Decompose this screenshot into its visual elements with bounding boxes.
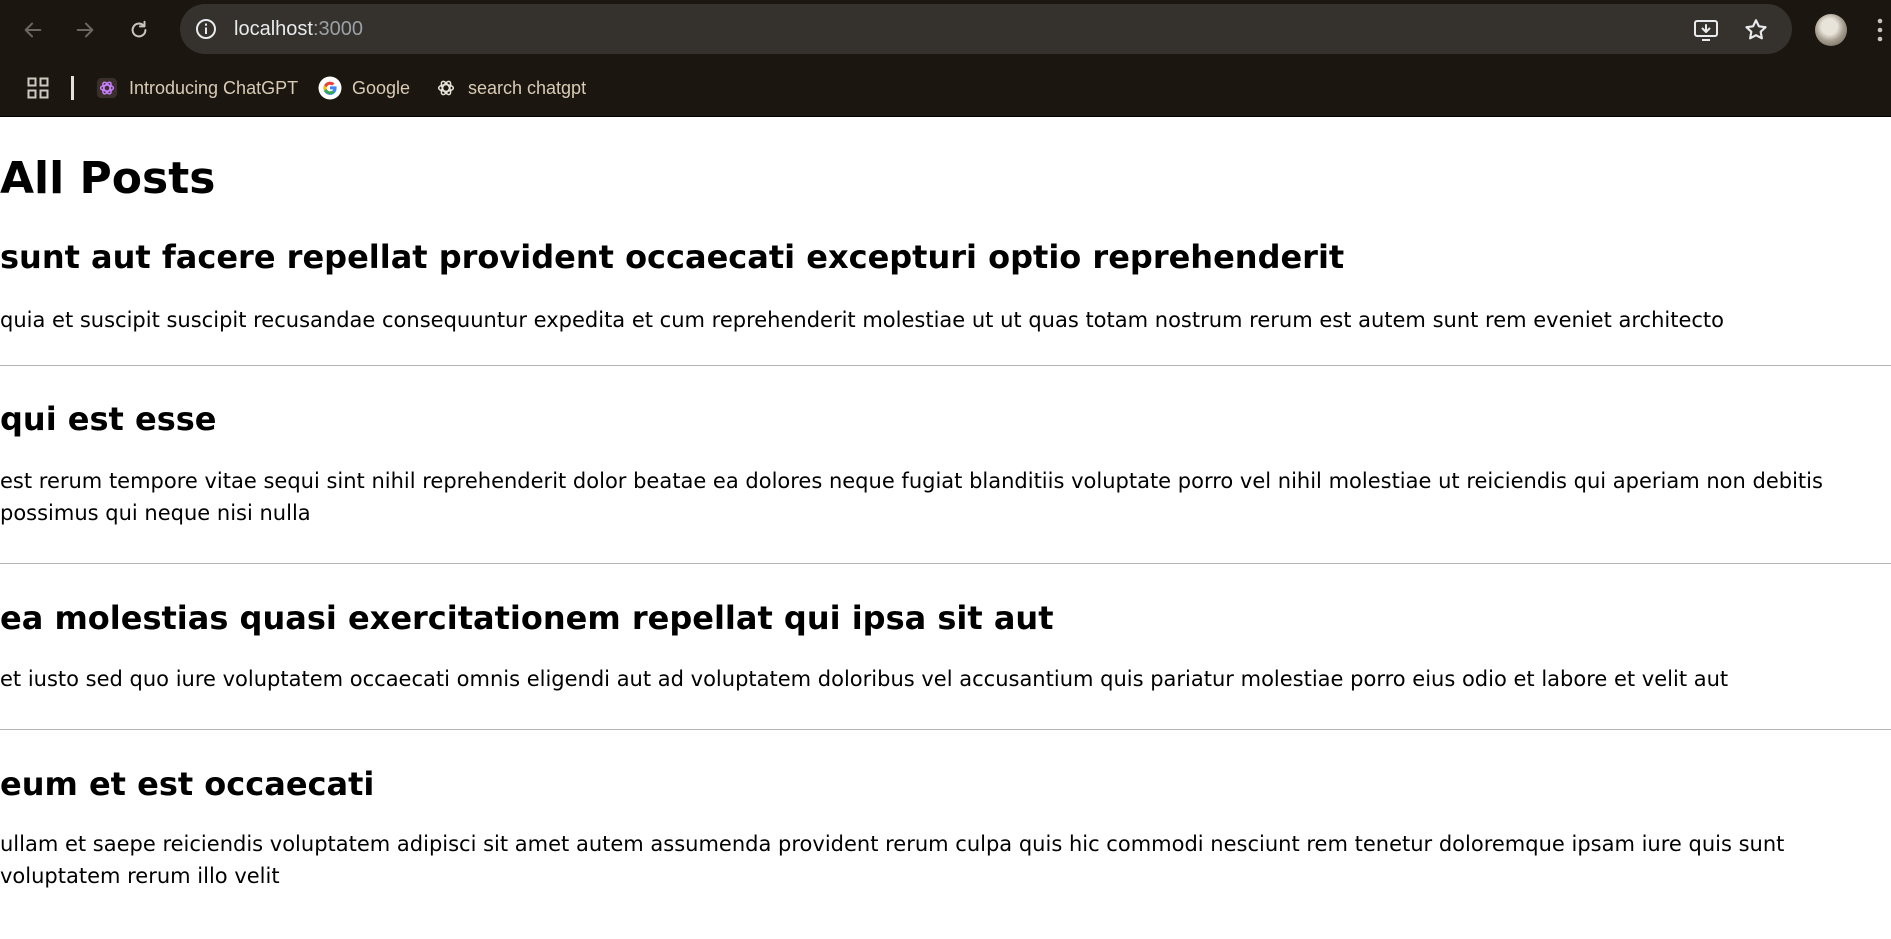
arrow-left-icon (24, 22, 42, 38)
post-item: ea molestias quasi exercitationem repell… (0, 564, 1891, 730)
page-title: All Posts (0, 153, 216, 204)
install-app-icon (1694, 20, 1718, 41)
address-bar[interactable]: localhost:3000 (180, 4, 1792, 54)
apps-grid-icon[interactable] (27, 77, 49, 99)
reload-button[interactable] (121, 12, 157, 48)
bookmark-search-chatgpt[interactable]: search chatgpt (434, 72, 586, 104)
url-port: :3000 (312, 18, 363, 40)
openai-icon (434, 76, 458, 100)
browser-toolbar: localhost:3000 (0, 0, 1891, 60)
post-body: est rerum tempore vitae sequi sint nihil… (0, 469, 1823, 525)
post-title: eum et est occaecati (0, 765, 375, 803)
url-host: localhost (234, 18, 313, 40)
arrow-right-icon (76, 22, 94, 38)
post-title: qui est esse (0, 400, 217, 438)
forward-button[interactable] (67, 12, 103, 48)
bookmark-star-button[interactable] (1742, 16, 1770, 44)
back-button[interactable] (15, 12, 51, 48)
url-text[interactable]: localhost:3000 (234, 4, 363, 54)
info-icon[interactable] (194, 17, 218, 41)
bookmarks-separator (71, 76, 74, 100)
post-title: sunt aut facere repellat provident occae… (0, 238, 1345, 276)
menu-dots-icon[interactable] (1876, 16, 1884, 44)
reload-icon (131, 20, 147, 38)
install-app-button[interactable] (1692, 16, 1720, 44)
page-content: All Posts sunt aut facere repellat provi… (0, 117, 1891, 914)
post-body: ullam et saepe reiciendis voluptatem adi… (0, 832, 1785, 888)
bookmark-google[interactable]: Google (318, 72, 410, 104)
post-item: sunt aut facere repellat provident occae… (0, 205, 1891, 366)
star-icon (1745, 19, 1767, 40)
post-body: quia et suscipit suscipit recusandae con… (0, 308, 1725, 332)
post-item: qui est esse est rerum tempore vitae seq… (0, 366, 1891, 564)
openai-icon (95, 76, 119, 100)
bookmarks-bar: Introducing ChatGPT Google search chatgp… (0, 60, 1891, 116)
bookmark-label: search chatgpt (468, 77, 587, 98)
post-title: ea molestias quasi exercitationem repell… (0, 599, 1054, 637)
browser-chrome: localhost:3000 Introducing ChatGPT Googl… (0, 0, 1891, 117)
bookmark-introducing-chatgpt[interactable]: Introducing ChatGPT (95, 72, 298, 104)
post-item: eum et est occaecati ullam et saepe reic… (0, 730, 1891, 914)
post-body: et iusto sed quo iure voluptatem occaeca… (0, 667, 1729, 691)
profile-avatar[interactable] (1815, 14, 1847, 46)
bookmark-label: Introducing ChatGPT (129, 77, 299, 98)
bookmark-label: Google (352, 77, 411, 98)
google-icon (318, 76, 342, 100)
